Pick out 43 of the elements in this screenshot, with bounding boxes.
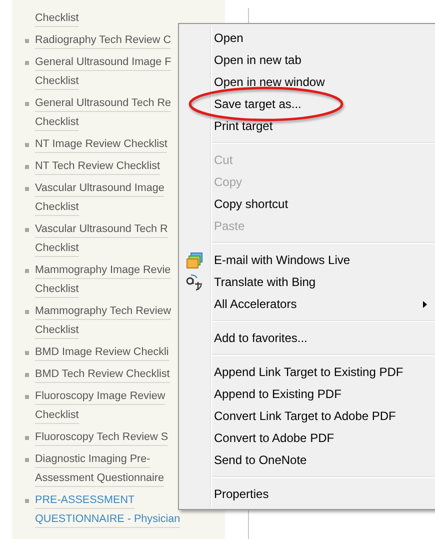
checklist-link[interactable]: Checklist bbox=[35, 74, 79, 90]
menu-item[interactable]: Print target bbox=[179, 115, 435, 137]
checklist-link[interactable]: BMD Tech Review Checklist bbox=[35, 367, 170, 383]
checklist-link[interactable]: QUESTIONNAIRE - Physician bbox=[35, 512, 180, 528]
stacked-windows-icon bbox=[186, 252, 203, 269]
menu-item[interactable]: Open in new window bbox=[179, 71, 435, 93]
checklist-link[interactable]: Checklist bbox=[35, 11, 79, 27]
checklist-link[interactable]: General Ultrasound Image F bbox=[35, 55, 172, 71]
menu-item[interactable]: Send to OneNote bbox=[179, 449, 435, 471]
translate-icon bbox=[186, 274, 203, 291]
checklist-link[interactable]: Mammography Image Revie bbox=[35, 263, 171, 279]
checklist-link[interactable]: Fluoroscopy Image Review bbox=[35, 389, 166, 405]
menu-item[interactable]: Open bbox=[179, 27, 435, 49]
checklist-link[interactable]: Assessment Questionnaire bbox=[35, 471, 164, 487]
checklist-link[interactable]: BMD Image Review Checkli bbox=[35, 345, 169, 361]
menu-item[interactable]: Convert Link Target to Adobe PDF bbox=[179, 405, 435, 427]
menu-item[interactable]: E-mail with Windows Live bbox=[179, 249, 435, 271]
checklist-link[interactable]: General Ultrasound Tech Re bbox=[35, 96, 172, 112]
checklist-link[interactable]: Mammography Tech Review bbox=[35, 304, 172, 320]
checklist-link[interactable]: Checklist bbox=[35, 241, 79, 257]
menu-item[interactable]: Append to Existing PDF bbox=[179, 383, 435, 405]
checklist-link[interactable]: Diagnostic Imaging Pre- bbox=[35, 452, 150, 468]
checklist-link[interactable]: Fluoroscopy Tech Review S bbox=[35, 430, 168, 446]
checklist-link[interactable]: NT Image Review Checklist bbox=[35, 137, 168, 153]
checklist-link[interactable]: Radiography Tech Review C bbox=[35, 33, 172, 49]
checklist-link[interactable]: Checklist bbox=[35, 408, 79, 424]
menu-item[interactable]: Convert to Adobe PDF bbox=[179, 427, 435, 449]
checklist-link[interactable]: Checklist bbox=[35, 115, 79, 131]
checklist-link[interactable]: Checklist bbox=[35, 282, 79, 298]
checklist-link[interactable]: NT Tech Review Checklist bbox=[35, 159, 160, 175]
menu-item[interactable]: Properties bbox=[179, 483, 435, 505]
menu-item[interactable]: Open in new tab bbox=[179, 49, 435, 71]
checklist-link[interactable]: PRE-ASSESSMENT bbox=[35, 493, 135, 509]
checklist-link[interactable]: Vascular Ultrasound Image bbox=[35, 181, 164, 197]
menu-item[interactable]: Add to favorites... bbox=[179, 327, 435, 349]
checklist-link[interactable]: Checklist bbox=[35, 200, 79, 216]
checklist-link[interactable]: Checklist bbox=[35, 323, 79, 339]
menu-item[interactable]: All Accelerators bbox=[179, 293, 435, 315]
menu-item[interactable]: Append Link Target to Existing PDF bbox=[179, 361, 435, 383]
menu-item[interactable]: Translate with Bing bbox=[179, 271, 435, 293]
menu-item[interactable]: Copy shortcut bbox=[179, 193, 435, 215]
menu-item[interactable]: Save target as... bbox=[179, 93, 435, 115]
checklist-link[interactable]: Vascular Ultrasound Tech R bbox=[35, 222, 168, 238]
